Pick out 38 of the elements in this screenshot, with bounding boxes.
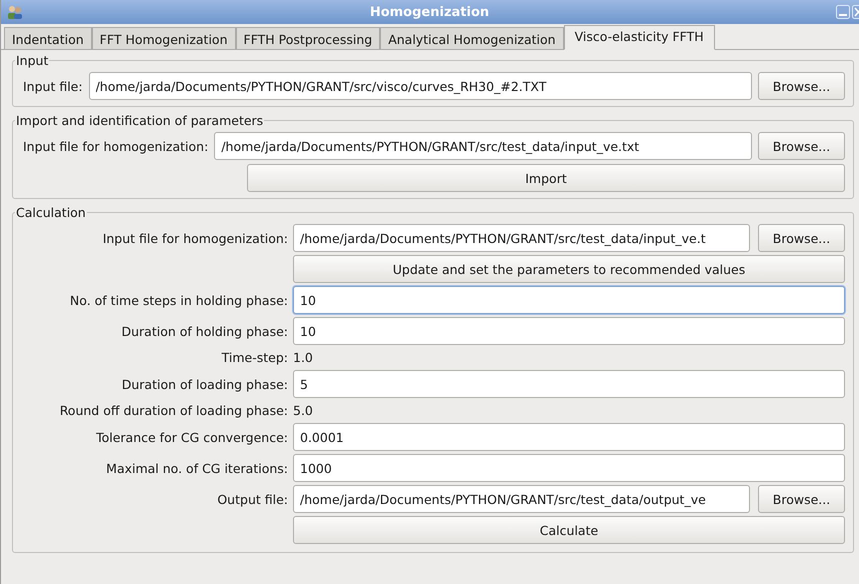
input-field[interactable]: 5 — [293, 370, 845, 398]
import-button[interactable]: Import — [247, 164, 845, 192]
field-label: Duration of loading phase: — [120, 376, 288, 392]
tab[interactable]: FFT Homogenization — [92, 27, 236, 49]
window-title: Homogenization — [368, 4, 490, 20]
input-field[interactable]: 0.0001 — [293, 423, 845, 451]
input-field[interactable]: 10 — [293, 317, 845, 345]
field-label: Input file for homogenization: — [102, 230, 288, 246]
input-field[interactable]: /home/jarda/Documents/PYTHON/GRANT/src/test_data/input_ve.txt — [214, 132, 752, 160]
field-label: Input file: — [23, 78, 83, 94]
value-text: 5.0 — [293, 402, 313, 420]
tab[interactable]: Visco-elasticity FFTH — [564, 25, 715, 50]
action-button[interactable]: Update and set the parameters to recommended values — [293, 255, 845, 283]
value-text: 1.0 — [293, 349, 313, 367]
input-field[interactable]: 1000 — [293, 454, 845, 482]
input-field[interactable]: /home/jarda/Documents/PYTHON/GRANT/src/test_data/output_ve — [293, 485, 750, 513]
group-title: Input — [15, 53, 50, 68]
field-label: Input file for homogenization: — [23, 138, 208, 154]
field-label: Output file: — [216, 492, 288, 506]
group-title: Calculation — [15, 205, 87, 220]
input-field[interactable]: /home/jarda/Documents/PYTHON/GRANT/src/test_data/input_ve.t — [293, 224, 750, 252]
input-field[interactable]: /home/jarda/Documents/PYTHON/GRANT/src/visco/curves_RH30_#2.TXT — [88, 72, 752, 100]
field-label: No. of time steps in holding phase: — [68, 292, 288, 308]
field-label: Duration of holding phase: — [120, 324, 288, 338]
input-field[interactable]: 10 — [293, 286, 845, 314]
field-label: Maximal no. of CG iterations: — [105, 460, 288, 476]
tab[interactable]: FFTH Postprocessing — [236, 27, 380, 49]
field-label: Tolerance for CG convergence: — [95, 430, 288, 444]
tab[interactable]: Analytical Homogenization — [380, 27, 564, 49]
field-label: Round off duration of loading phase: — [58, 403, 288, 418]
browse-button[interactable]: Browse... — [758, 485, 845, 513]
group-title: Import and identification of parameters — [15, 113, 264, 128]
browse-button[interactable]: Browse... — [758, 72, 845, 100]
browse-button[interactable]: Browse... — [758, 132, 845, 160]
browse-button[interactable]: Browse... — [758, 224, 845, 252]
action-button[interactable]: Calculate — [293, 516, 845, 544]
tab[interactable]: Indentation — [4, 27, 92, 49]
field-label: Time-step: — [220, 350, 288, 365]
